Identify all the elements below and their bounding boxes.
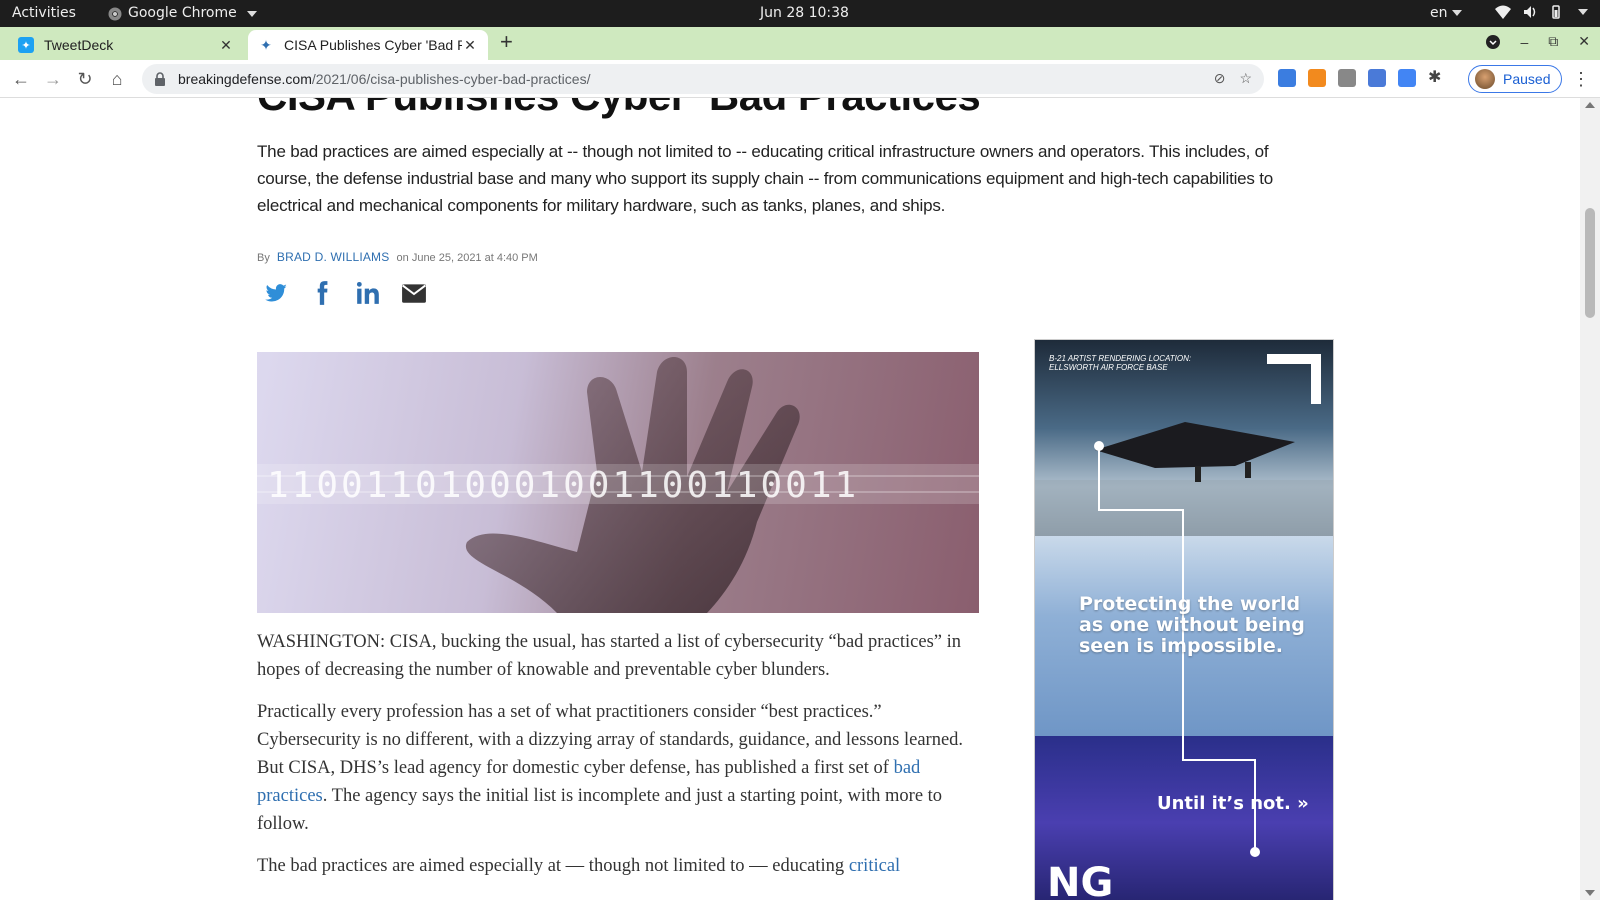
back-button[interactable]: ← (10, 68, 32, 90)
article-dek: The bad practices are aimed especially a… (257, 142, 1274, 215)
page-scrollbar[interactable] (1580, 98, 1600, 900)
article-paragraph: WASHINGTON: CISA, bucking the usual, has… (257, 632, 962, 680)
minimize-icon[interactable]: – (1520, 34, 1528, 50)
tab-title: TweetDeck (44, 37, 114, 53)
bookmark-star-icon[interactable]: ☆ (1239, 70, 1252, 87)
advertisement[interactable]: B-21 artist rendering location: Ellswort… (1034, 339, 1334, 900)
tracking-blocked-icon[interactable]: ⊘ (1214, 70, 1226, 87)
system-tray[interactable] (1494, 4, 1588, 20)
ad-cta[interactable]: Until it’s not. » (1157, 793, 1309, 814)
language-label: en (1430, 5, 1448, 21)
paragraph-text: The bad practices are aimed especially a… (257, 856, 849, 876)
chevron-down-icon (1578, 9, 1588, 15)
twitter-icon[interactable] (263, 280, 289, 306)
profile-status: Paused (1503, 71, 1551, 87)
tab-cisa-article[interactable]: ✦ CISA Publishes Cyber 'Bad Practices' ✕ (248, 30, 488, 60)
byline-prefix: By (257, 252, 270, 264)
forward-button[interactable]: → (42, 68, 64, 90)
tab-title: CISA Publishes Cyber 'Bad Practices' (284, 37, 462, 53)
twitter-icon: ✦ (18, 37, 34, 53)
new-tab-button[interactable]: + (500, 31, 513, 53)
chrome-icon (108, 7, 122, 20)
paragraph-text: . The agency says the initial list is in… (257, 786, 943, 834)
site-icon: ✦ (260, 36, 272, 53)
puzzle-icon[interactable]: ✱ (1428, 69, 1446, 87)
ad-logo: NG (1047, 860, 1114, 900)
language-indicator[interactable]: en (1430, 5, 1462, 22)
linkedin-icon[interactable] (355, 280, 381, 306)
lock-icon (155, 72, 165, 86)
menu-icon[interactable]: ⋮ (1572, 68, 1590, 90)
system-top-bar: Activities Google Chrome Jun 28 10:38 en (0, 0, 1600, 27)
url-domain: breakingdefense.com (178, 71, 312, 87)
paragraph-text: Practically every profession has a set o… (257, 702, 964, 778)
rss-icon[interactable] (1308, 69, 1326, 87)
scroll-up-icon[interactable] (1585, 102, 1595, 108)
article-paragraph: The bad practices are aimed especially a… (257, 852, 967, 880)
close-icon[interactable]: ✕ (462, 37, 478, 54)
binary-text: 110011010001001100110011 (267, 465, 859, 506)
publish-date: on June 25, 2021 at 4:40 PM (396, 252, 538, 264)
app-menu-label: Google Chrome (128, 5, 237, 21)
translate-icon[interactable] (1398, 69, 1416, 87)
avatar (1475, 69, 1495, 89)
extension-icon[interactable] (1278, 69, 1296, 87)
home-button[interactable]: ⌂ (106, 68, 128, 90)
browser-toolbar: ← → ↻ ⌂ breakingdefense.com/2021/06/cisa… (0, 60, 1600, 98)
tab-strip: ✦ TweetDeck ✕ ✦ CISA Publishes Cyber 'Ba… (0, 27, 1600, 60)
critical-infrastructure-link[interactable]: critical (849, 856, 900, 876)
clock[interactable]: Jun 28 10:38 (760, 5, 849, 22)
camera-icon[interactable] (1368, 69, 1386, 87)
share-bar (263, 280, 427, 306)
web-page: CISA Publishes Cyber ‘Bad Practices’ The… (0, 98, 1580, 900)
close-icon[interactable]: ✕ (218, 37, 234, 54)
byline: By Brad D. Williams on June 25, 2021 at … (257, 250, 538, 264)
close-window-icon[interactable]: ✕ (1578, 33, 1590, 50)
chevron-down-icon (246, 10, 257, 17)
ad-headline: Protecting the world as one without bein… (1079, 593, 1305, 657)
ad-corner-mark (1267, 354, 1321, 404)
article-body: WASHINGTON: CISA, bucking the usual, has… (257, 628, 967, 894)
volume-icon (1524, 6, 1536, 18)
author-link[interactable]: Brad D. Williams (277, 250, 390, 264)
ad-caption: B-21 artist rendering location: Ellswort… (1049, 354, 1192, 372)
scroll-thumb[interactable] (1585, 208, 1595, 318)
window-controls: – ⧉ ✕ (1486, 33, 1590, 50)
scroll-down-icon[interactable] (1585, 890, 1595, 896)
url-path: /2021/06/cisa-publishes-cyber-bad-practi… (311, 71, 591, 87)
chevron-down-icon (1451, 10, 1462, 16)
tab-tweetdeck[interactable]: ✦ TweetDeck ✕ (8, 30, 244, 60)
reload-button[interactable]: ↻ (74, 68, 96, 90)
hero-image: 110011010001001100110011 (257, 352, 979, 613)
article-title: CISA Publishes Cyber ‘Bad Practices’ (257, 98, 992, 120)
tab-search-icon[interactable] (1486, 34, 1501, 49)
activities-button[interactable]: Activities (12, 5, 76, 22)
hand-binary-illustration: 110011010001001100110011 (257, 357, 979, 613)
email-icon[interactable] (401, 280, 427, 306)
facebook-icon[interactable] (309, 280, 335, 306)
extensions-area: ✱ (1278, 69, 1446, 87)
restore-icon[interactable]: ⧉ (1548, 33, 1558, 50)
article-paragraph: Practically every profession has a set o… (257, 698, 967, 838)
battery-icon (1552, 5, 1560, 19)
app-menu[interactable]: Google Chrome (108, 5, 257, 22)
profile-button[interactable]: Paused (1468, 65, 1562, 93)
address-bar[interactable]: breakingdefense.com/2021/06/cisa-publish… (142, 64, 1264, 94)
extension-icon[interactable] (1338, 69, 1356, 87)
wifi-icon (1495, 5, 1511, 19)
